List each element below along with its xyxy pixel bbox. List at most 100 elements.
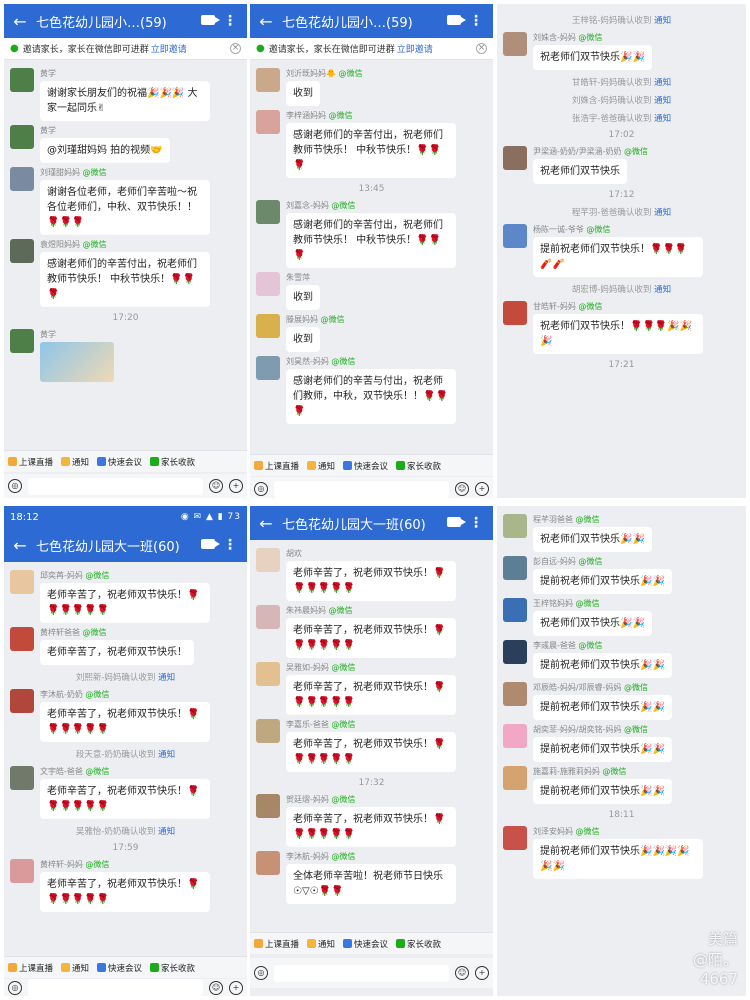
plus-icon[interactable]: + [229, 980, 243, 995]
voice-icon[interactable]: ◎ [8, 479, 22, 493]
avatar[interactable] [503, 556, 527, 580]
avatar[interactable] [503, 224, 527, 248]
notice-button[interactable]: 通知 [307, 460, 335, 472]
message-bubble[interactable]: 感谢老师们的辛苦与付出，祝老师们教师，中秋，双节快乐！！🌹🌹🌹 [286, 369, 456, 424]
message-bubble[interactable]: 老师辛苦了，祝老师双节快乐！ [40, 640, 194, 665]
message-bubble[interactable]: 祝老师们双节快乐🎉🎉 [533, 611, 652, 636]
back-arrow-icon[interactable]: ← [256, 514, 276, 533]
avatar[interactable] [503, 766, 527, 790]
parent-payment-button[interactable]: 家长收款 [396, 938, 441, 950]
avatar[interactable] [10, 329, 34, 353]
avatar[interactable] [503, 32, 527, 56]
quick-meeting-button[interactable]: 快速会议 [343, 938, 388, 950]
notice-link[interactable]: 通知 [651, 16, 671, 26]
message-input[interactable] [274, 964, 449, 982]
message-bubble[interactable]: 提前祝老师们双节快乐🎉🎉🎉🎉🎉🎉 [533, 839, 703, 879]
message-input[interactable] [28, 979, 203, 996]
close-banner-icon[interactable]: × [230, 43, 241, 54]
message-bubble[interactable]: 提前祝老师们双节快乐🎉🎉 [533, 653, 672, 678]
emoji-icon[interactable]: ☺ [209, 479, 223, 493]
emoji-icon[interactable]: ☺ [455, 482, 469, 496]
message-bubble[interactable]: 老师辛苦了，祝老师双节快乐！🌹🌹🌹🌹🌹🌹 [286, 807, 456, 847]
message-bubble[interactable]: 谢谢各位老师，老师们辛苦啦～祝各位老师们，中秋、双节快乐！！🌹🌹🌹 [40, 180, 210, 235]
more-menu-icon[interactable]: ⋮ [219, 13, 241, 29]
quick-meeting-button[interactable]: 快速会议 [97, 456, 142, 468]
more-menu-icon[interactable]: ⋮ [465, 13, 487, 29]
avatar[interactable] [503, 301, 527, 325]
message-bubble[interactable]: 感谢老师们的辛苦付出，祝老师们教师节快乐！ 中秋节快乐！🌹🌹🌹 [286, 213, 456, 268]
avatar[interactable] [10, 689, 34, 713]
notice-link[interactable]: 通知 [651, 285, 671, 295]
message-bubble[interactable]: 祝老师们双节快乐🎉🎉 [533, 527, 652, 552]
quick-meeting-button[interactable]: 快速会议 [97, 962, 142, 974]
message-bubble[interactable]: 老师辛苦了，祝老师双节快乐！🌹🌹🌹🌹🌹🌹 [286, 561, 456, 601]
avatar[interactable] [256, 68, 280, 92]
message-bubble[interactable]: @刘瑾甜妈妈 拍的视频🤝 [40, 138, 170, 163]
avatar[interactable] [10, 766, 34, 790]
parent-payment-button[interactable]: 家长收款 [396, 460, 441, 472]
avatar[interactable] [503, 514, 527, 538]
live-class-button[interactable]: 上课直播 [254, 938, 299, 950]
notice-link[interactable]: 通知 [155, 673, 175, 683]
live-class-button[interactable]: 上课直播 [8, 456, 53, 468]
avatar[interactable] [503, 640, 527, 664]
message-bubble[interactable]: 提前祝老师们双节快乐！🌹🌹🌹🧨🧨 [533, 237, 703, 277]
message-bubble[interactable]: 老师辛苦了，祝老师双节快乐！🌹🌹🌹🌹🌹🌹 [40, 872, 210, 912]
back-arrow-icon[interactable]: ← [10, 536, 30, 555]
parent-payment-button[interactable]: 家长收款 [150, 962, 195, 974]
avatar[interactable] [10, 239, 34, 263]
notice-link[interactable]: 通知 [651, 96, 671, 106]
message-bubble[interactable]: 老师辛苦了，祝老师双节快乐！🌹🌹🌹🌹🌹🌹 [40, 779, 210, 819]
avatar[interactable] [10, 167, 34, 191]
message-bubble[interactable]: 祝老师们双节快乐 [533, 159, 627, 184]
avatar[interactable] [256, 794, 280, 818]
notice-link[interactable]: 通知 [155, 827, 175, 837]
invite-link[interactable]: 立即邀请 [151, 42, 187, 55]
avatar[interactable] [256, 605, 280, 629]
notice-button[interactable]: 通知 [307, 938, 335, 950]
avatar[interactable] [503, 724, 527, 748]
notice-button[interactable]: 通知 [61, 962, 89, 974]
message-bubble[interactable]: 祝老师们双节快乐🎉🎉 [533, 45, 652, 70]
avatar[interactable] [256, 851, 280, 875]
avatar[interactable] [10, 125, 34, 149]
avatar[interactable] [10, 859, 34, 883]
avatar[interactable] [256, 662, 280, 686]
voice-icon[interactable]: ◎ [8, 980, 22, 995]
message-bubble[interactable]: 提前祝老师们双节快乐🎉🎉 [533, 695, 672, 720]
avatar[interactable] [503, 682, 527, 706]
message-bubble[interactable]: 提前祝老师们双节快乐🎉🎉 [533, 737, 672, 762]
notice-link[interactable]: 通知 [651, 114, 671, 124]
emoji-icon[interactable]: ☺ [455, 966, 469, 980]
message-bubble[interactable]: 老师辛苦了，祝老师双节快乐！🌹🌹🌹🌹🌹🌹 [286, 732, 456, 772]
message-bubble[interactable]: 老师辛苦了，祝老师双节快乐！🌹🌹🌹🌹🌹🌹 [286, 675, 456, 715]
image-thumbnail[interactable] [40, 342, 114, 382]
emoji-icon[interactable]: ☺ [209, 980, 223, 995]
avatar[interactable] [503, 826, 527, 850]
message-input[interactable] [28, 477, 203, 495]
message-bubble[interactable]: 收到 [286, 285, 320, 310]
message-bubble[interactable]: 收到 [286, 327, 320, 352]
avatar[interactable] [503, 146, 527, 170]
avatar[interactable] [256, 200, 280, 224]
video-call-icon[interactable] [443, 516, 466, 530]
message-bubble[interactable]: 老师辛苦了，祝老师双节快乐！🌹🌹🌹🌹🌹🌹 [40, 583, 210, 623]
back-arrow-icon[interactable]: ← [256, 12, 276, 31]
message-bubble[interactable]: 全体老师辛苦啦！祝老师节日快乐☉▽☉🌹🌹 [286, 864, 456, 904]
parent-payment-button[interactable]: 家长收款 [150, 456, 195, 468]
close-banner-icon[interactable]: × [476, 43, 487, 54]
plus-icon[interactable]: + [475, 482, 489, 496]
voice-icon[interactable]: ◎ [254, 966, 268, 980]
quick-meeting-button[interactable]: 快速会议 [343, 460, 388, 472]
avatar[interactable] [256, 719, 280, 743]
notice-link[interactable]: 通知 [651, 78, 671, 88]
invite-link[interactable]: 立即邀请 [397, 42, 433, 55]
voice-icon[interactable]: ◎ [254, 482, 268, 496]
more-menu-icon[interactable]: ⋮ [465, 515, 487, 531]
message-input[interactable] [274, 480, 449, 498]
avatar[interactable] [10, 570, 34, 594]
avatar[interactable] [256, 548, 280, 572]
avatar[interactable] [256, 110, 280, 134]
avatar[interactable] [256, 272, 280, 296]
message-bubble[interactable]: 感谢老师们的辛苦付出，祝老师们教师节快乐！ 中秋节快乐！🌹🌹🌹 [286, 123, 456, 178]
